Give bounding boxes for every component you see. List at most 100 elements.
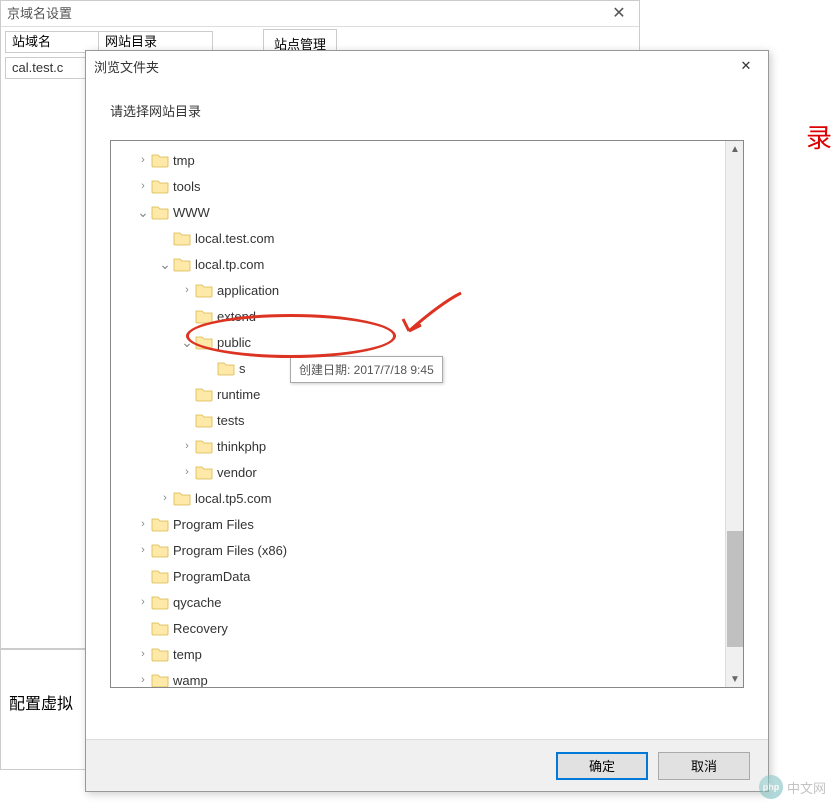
tree-item-label: application <box>217 283 279 298</box>
tree-item-label: qycache <box>173 595 221 610</box>
folder-icon <box>151 516 169 532</box>
dialog-footer: 确定 取消 <box>86 739 768 791</box>
bg-titlebar: 京域名设置 ✕ <box>1 1 639 27</box>
tree-item-tools[interactable]: › tools <box>135 173 725 199</box>
tree-item-wamp[interactable]: › wamp <box>135 667 725 687</box>
dialog-prompt: 请选择网站目录 <box>110 101 744 120</box>
tree-container: ›tmp›tools⌄WWWlocal.test.com⌄local.tp.co… <box>110 140 744 688</box>
folder-icon <box>195 412 213 428</box>
folder-icon <box>151 178 169 194</box>
tree-item-label: tools <box>173 179 200 194</box>
watermark: php 中文网 <box>759 775 826 799</box>
tree-item-programdata[interactable]: ProgramData <box>135 563 725 589</box>
tree-item-public[interactable]: ⌄public <box>135 329 725 355</box>
tree-arrow-icon[interactable]: › <box>135 154 151 166</box>
tooltip: 创建日期: 2017/7/18 9:45 <box>290 356 443 383</box>
folder-icon <box>195 464 213 480</box>
tree-arrow-icon[interactable]: › <box>157 492 173 504</box>
watermark-logo-icon: php <box>759 775 783 799</box>
scroll-down-icon[interactable]: ▼ <box>727 671 743 687</box>
folder-icon <box>173 256 191 272</box>
tree-item-thinkphp[interactable]: › thinkphp <box>135 433 725 459</box>
tree-item-label: ProgramData <box>173 569 250 584</box>
folder-icon <box>195 282 213 298</box>
folder-icon <box>151 594 169 610</box>
close-icon: ✕ <box>741 58 752 74</box>
tree-item-temp[interactable]: › temp <box>135 641 725 667</box>
folder-icon <box>173 230 191 246</box>
folder-icon <box>151 568 169 584</box>
tree-item-label: WWW <box>173 205 210 220</box>
tree-item-label: local.tp.com <box>195 257 264 272</box>
tree-item-label: temp <box>173 647 202 662</box>
tree-item-label: thinkphp <box>217 439 266 454</box>
tree-item-label: wamp <box>173 673 208 688</box>
folder-icon <box>151 672 169 687</box>
tree-item-label: local.test.com <box>195 231 274 246</box>
tree-arrow-icon[interactable]: › <box>135 518 151 530</box>
folder-icon <box>151 620 169 636</box>
tree-item-tests[interactable]: tests <box>135 407 725 433</box>
tree-arrow-icon[interactable]: › <box>135 674 151 686</box>
folder-icon <box>195 334 213 350</box>
tree-arrow-icon[interactable]: › <box>135 180 151 192</box>
browse-folder-dialog: 浏览文件夹 ✕ 请选择网站目录 ›tmp›tools⌄WWWlocal.test… <box>85 50 769 792</box>
tree-item-program-files-x86-[interactable]: › Program Files (x86) <box>135 537 725 563</box>
tree-arrow-icon[interactable]: › <box>135 596 151 608</box>
folder-icon <box>151 152 169 168</box>
dialog-titlebar: 浏览文件夹 ✕ <box>86 51 768 81</box>
red-char: 录 <box>806 118 832 155</box>
tree-item-label: s <box>239 361 246 376</box>
tree-arrow-icon[interactable]: ⌄ <box>135 204 151 221</box>
scrollbar[interactable]: ▲ ▼ <box>725 141 743 687</box>
folder-icon <box>195 386 213 402</box>
tree-item-recovery[interactable]: Recovery <box>135 615 725 641</box>
tree-item-label: Program Files (x86) <box>173 543 287 558</box>
tree-item-local-tp-com[interactable]: ⌄ local.tp.com <box>135 251 725 277</box>
ok-button-label: 确定 <box>589 756 615 775</box>
bg-title-text: 京域名设置 <box>7 1 72 27</box>
tree-item-label: Recovery <box>173 621 228 636</box>
tree-item-application[interactable]: › application <box>135 277 725 303</box>
tree-item-label: runtime <box>217 387 260 402</box>
tree-item-qycache[interactable]: › qycache <box>135 589 725 615</box>
tree-arrow-icon[interactable]: ⌄ <box>157 256 173 273</box>
folder-icon <box>151 646 169 662</box>
tree-item-tmp[interactable]: ›tmp <box>135 147 725 173</box>
cancel-button[interactable]: 取消 <box>658 752 750 780</box>
tree-item-www[interactable]: ⌄ WWW <box>135 199 725 225</box>
bg-close-icon[interactable]: ✕ <box>599 1 639 27</box>
cancel-button-label: 取消 <box>691 756 717 775</box>
dialog-body: 请选择网站目录 ›tmp›tools⌄WWWlocal.test.com⌄loc… <box>86 81 768 688</box>
tree-item-label: tests <box>217 413 244 428</box>
tree-arrow-icon[interactable]: › <box>179 284 195 296</box>
tree-item-label: local.tp5.com <box>195 491 272 506</box>
tree-item-extend[interactable]: extend <box>135 303 725 329</box>
tree-item-vendor[interactable]: › vendor <box>135 459 725 485</box>
tree-item-program-files[interactable]: › Program Files <box>135 511 725 537</box>
tree-item-local-tp5-com[interactable]: › local.tp5.com <box>135 485 725 511</box>
tree-item-label: vendor <box>217 465 257 480</box>
watermark-text: 中文网 <box>787 778 826 797</box>
tree-arrow-icon[interactable]: › <box>135 648 151 660</box>
tree-item-runtime[interactable]: runtime <box>135 381 725 407</box>
dialog-close-button[interactable]: ✕ <box>724 51 768 81</box>
folder-icon <box>173 490 191 506</box>
dialog-title-text: 浏览文件夹 <box>94 57 159 76</box>
folder-icon <box>151 542 169 558</box>
ok-button[interactable]: 确定 <box>556 752 648 780</box>
tree-arrow-icon[interactable]: ⌄ <box>179 334 195 351</box>
tree-item-label: Program Files <box>173 517 254 532</box>
folder-icon <box>195 438 213 454</box>
bg-bottom-label: 配置虚拟 <box>9 696 73 713</box>
folder-icon <box>151 204 169 220</box>
scroll-thumb[interactable] <box>727 531 743 647</box>
tree-item-local-test-com[interactable]: local.test.com <box>135 225 725 251</box>
folder-icon <box>195 308 213 324</box>
folder-icon <box>217 360 235 376</box>
tree-arrow-icon[interactable]: › <box>179 440 195 452</box>
tree-arrow-icon[interactable]: › <box>179 466 195 478</box>
folder-tree[interactable]: ›tmp›tools⌄WWWlocal.test.com⌄local.tp.co… <box>111 141 725 687</box>
tree-arrow-icon[interactable]: › <box>135 544 151 556</box>
scroll-up-icon[interactable]: ▲ <box>727 141 743 157</box>
